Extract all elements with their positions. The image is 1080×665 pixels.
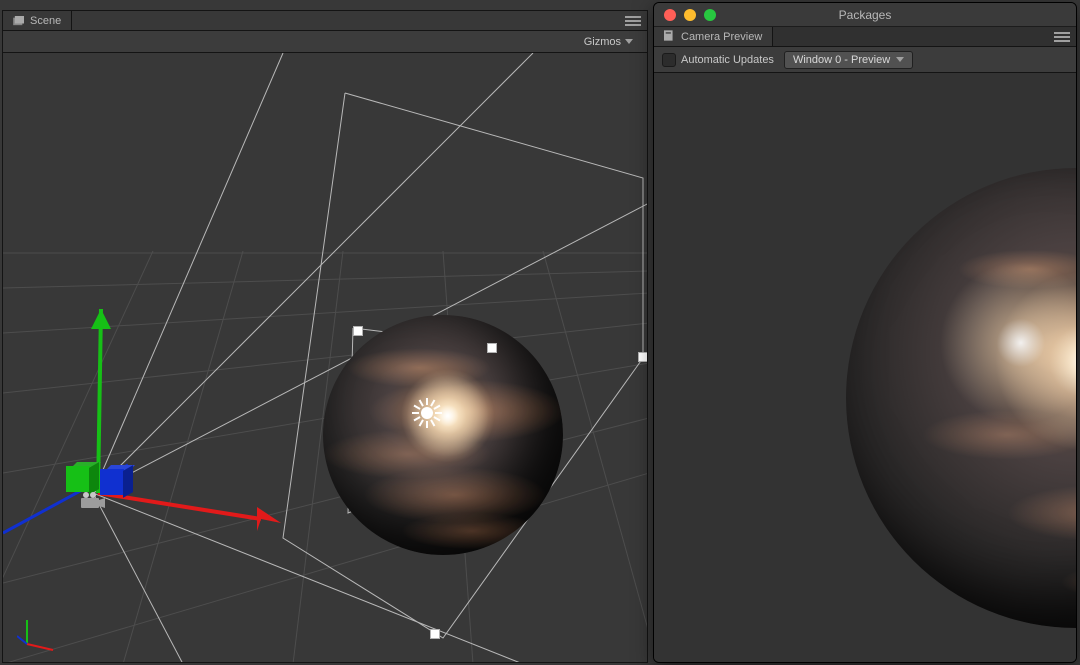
scene-tab-strip: Scene (3, 11, 647, 31)
camera-gizmo-icon[interactable] (80, 491, 102, 505)
window-title: Packages (839, 8, 892, 22)
preview-controls: Automatic Updates Window 0 - Preview (654, 47, 1076, 73)
frustum-handle[interactable] (353, 326, 363, 336)
camera-preview-icon (664, 30, 676, 44)
minimize-icon[interactable] (684, 9, 696, 21)
chevron-down-icon (625, 39, 633, 44)
scene-sphere[interactable] (323, 315, 563, 555)
chevron-down-icon (896, 57, 904, 62)
camera-preview-viewport[interactable] (654, 73, 1076, 662)
gizmos-label: Gizmos (584, 36, 621, 48)
light-gizmo-icon[interactable] (413, 399, 441, 427)
window-select-dropdown[interactable]: Window 0 - Preview (784, 51, 913, 69)
auto-updates-checkbox[interactable]: Automatic Updates (662, 53, 774, 67)
frustum-handle[interactable] (430, 629, 440, 639)
window-controls (664, 9, 716, 21)
auto-updates-label: Automatic Updates (681, 54, 774, 66)
panel-menu-icon[interactable] (625, 14, 641, 28)
tab-scene-label: Scene (30, 15, 61, 27)
maximize-icon[interactable] (704, 9, 716, 21)
frustum-handle[interactable] (638, 352, 647, 362)
tab-camera-preview-label: Camera Preview (681, 31, 762, 43)
tab-scene[interactable]: Scene (3, 11, 72, 30)
mini-axis-gizmo[interactable] (17, 614, 57, 654)
packages-window: Packages Camera Preview Automatic Update… (653, 2, 1077, 663)
gizmos-dropdown[interactable]: Gizmos (578, 34, 639, 50)
scene-toolbar: Gizmos (3, 31, 647, 53)
scene-icon (13, 16, 25, 26)
close-icon[interactable] (664, 9, 676, 21)
checkbox-icon (662, 53, 676, 67)
tab-camera-preview[interactable]: Camera Preview (654, 27, 773, 46)
panel-menu-icon[interactable] (1054, 30, 1070, 44)
frustum-handle[interactable] (487, 343, 497, 353)
scene-viewport[interactable] (3, 53, 647, 662)
window-titlebar[interactable]: Packages (654, 3, 1076, 27)
preview-sphere (846, 168, 1076, 628)
preview-tab-strip: Camera Preview (654, 27, 1076, 47)
window-select-value: Window 0 - Preview (793, 54, 890, 66)
scene-panel: Scene Gizmos (2, 10, 648, 663)
